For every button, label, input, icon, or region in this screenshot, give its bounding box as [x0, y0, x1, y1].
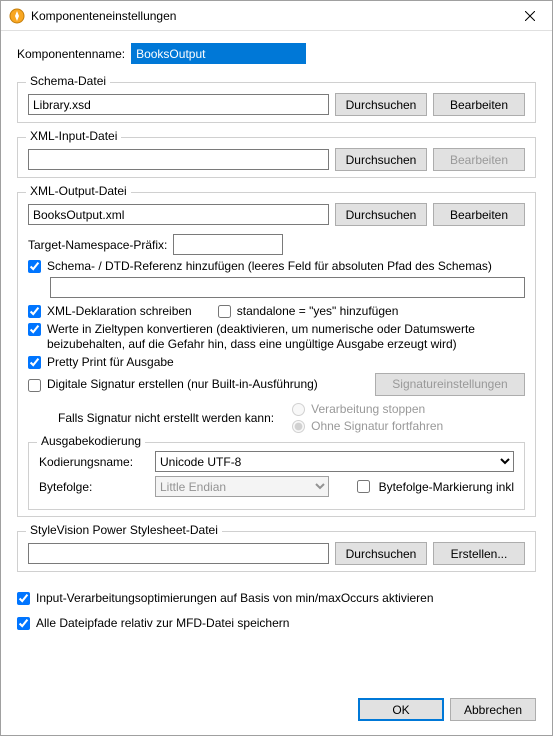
bom-checkbox[interactable] — [357, 480, 370, 493]
ok-button[interactable]: OK — [358, 698, 444, 721]
xml-output-edit-button[interactable]: Bearbeiten — [433, 203, 525, 226]
schema-ref-path-input[interactable] — [50, 277, 525, 298]
cancel-button[interactable]: Abbrechen — [450, 698, 536, 721]
close-button[interactable] — [507, 1, 552, 31]
standalone-label: standalone = "yes" hinzufügen — [237, 304, 399, 319]
xml-output-file-input[interactable] — [28, 204, 329, 225]
content-area: Komponentenname: Schema-Datei Durchsuche… — [1, 31, 552, 688]
xml-output-group: XML-Output-Datei Durchsuchen Bearbeiten … — [17, 192, 536, 517]
target-ns-label: Target-Namespace-Präfix: — [28, 238, 167, 252]
sig-continue-radio — [292, 420, 305, 433]
stylevision-create-button[interactable]: Erstellen... — [433, 542, 525, 565]
schema-file-input[interactable] — [28, 94, 329, 115]
dialog-window: Komponenteneinstellungen Komponentenname… — [0, 0, 553, 736]
schema-edit-button[interactable]: Bearbeiten — [433, 93, 525, 116]
add-schema-ref-label: Schema- / DTD-Referenz hinzufügen (leere… — [47, 259, 492, 274]
byte-order-select: Little Endian — [155, 476, 329, 497]
encoding-name-select[interactable]: Unicode UTF-8 — [155, 451, 514, 472]
bom-label: Bytefolge-Markierung inkl — [379, 480, 514, 494]
encoding-group: Ausgabekodierung Kodierungsname: Unicode… — [28, 442, 525, 510]
xml-input-edit-button: Bearbeiten — [433, 148, 525, 171]
stylevision-legend: StyleVision Power Stylesheet-Datei — [26, 523, 222, 537]
component-name-input[interactable] — [131, 43, 306, 64]
digital-sig-checkbox[interactable] — [28, 379, 41, 392]
xml-input-file-input[interactable] — [28, 149, 329, 170]
xml-output-browse-button[interactable]: Durchsuchen — [335, 203, 427, 226]
add-schema-ref-checkbox[interactable] — [28, 260, 41, 273]
standalone-checkbox[interactable] — [218, 305, 231, 318]
schema-file-group: Schema-Datei Durchsuchen Bearbeiten — [17, 82, 536, 123]
sig-continue-label: Ohne Signatur fortfahren — [311, 419, 443, 433]
write-xml-decl-checkbox[interactable] — [28, 305, 41, 318]
convert-values-checkbox[interactable] — [28, 323, 41, 336]
encoding-legend: Ausgabekodierung — [37, 434, 145, 448]
optimize-checkbox[interactable] — [17, 592, 30, 605]
schema-file-legend: Schema-Datei — [26, 74, 110, 88]
relative-paths-label: Alle Dateipfade relativ zur MFD-Datei sp… — [36, 616, 289, 631]
digital-sig-label: Digitale Signatur erstellen (nur Built-i… — [47, 377, 369, 392]
pretty-print-checkbox[interactable] — [28, 356, 41, 369]
stylevision-group: StyleVision Power Stylesheet-Datei Durch… — [17, 531, 536, 572]
schema-browse-button[interactable]: Durchsuchen — [335, 93, 427, 116]
relative-paths-checkbox[interactable] — [17, 617, 30, 630]
byte-order-label: Bytefolge: — [39, 480, 149, 494]
sig-stop-radio — [292, 403, 305, 416]
component-name-label: Komponentenname: — [17, 47, 125, 61]
window-title: Komponenteneinstellungen — [31, 9, 507, 23]
sig-stop-label: Verarbeitung stoppen — [311, 402, 425, 416]
optimize-label: Input-Verarbeitungsoptimierungen auf Bas… — [36, 591, 434, 606]
stylevision-file-input[interactable] — [28, 543, 329, 564]
titlebar: Komponenteneinstellungen — [1, 1, 552, 31]
stylevision-browse-button[interactable]: Durchsuchen — [335, 542, 427, 565]
xml-input-legend: XML-Input-Datei — [26, 129, 121, 143]
sig-settings-button: Signatureinstellungen — [375, 373, 525, 396]
sig-fallback-label: Falls Signatur nicht erstellt werden kan… — [58, 411, 274, 425]
encoding-name-label: Kodierungsname: — [39, 455, 149, 469]
write-xml-decl-label: XML-Deklaration schreiben — [47, 304, 192, 319]
convert-values-label: Werte in Zieltypen konvertieren (deaktiv… — [47, 322, 525, 352]
xml-output-legend: XML-Output-Datei — [26, 184, 131, 198]
xml-input-browse-button[interactable]: Durchsuchen — [335, 148, 427, 171]
pretty-print-label: Pretty Print für Ausgabe — [47, 355, 174, 370]
app-icon — [9, 8, 25, 24]
xml-input-group: XML-Input-Datei Durchsuchen Bearbeiten — [17, 137, 536, 178]
footer: OK Abbrechen — [1, 688, 552, 735]
target-ns-input[interactable] — [173, 234, 283, 255]
